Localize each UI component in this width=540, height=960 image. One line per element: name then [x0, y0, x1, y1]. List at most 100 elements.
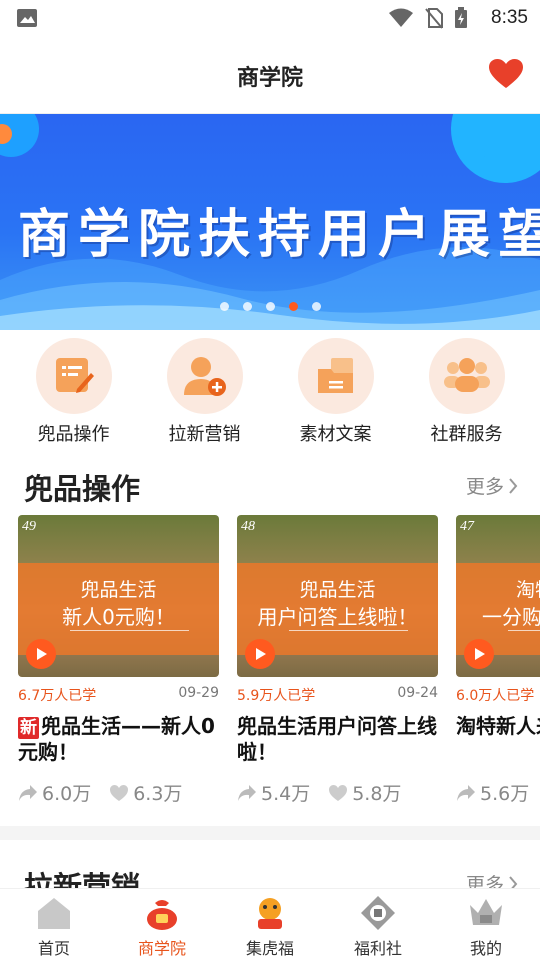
- edit-doc-icon: [55, 358, 94, 393]
- status-time: 8:35: [491, 7, 528, 28]
- like-count-value: 6.3万: [133, 783, 183, 805]
- bottom-nav: 首页 商学院 集虎福 福利社 我的: [0, 888, 540, 960]
- play-icon: [256, 648, 266, 660]
- thumbnail-brand: 淘特: [516, 579, 540, 601]
- learner-count: 6.0万人已学: [456, 688, 535, 704]
- course-title-text: 兜品生活——新人0元购！: [18, 714, 215, 764]
- nav-item-tiger[interactable]: 集虎福: [220, 889, 320, 960]
- like-count[interactable]: 6.3万: [109, 779, 182, 805]
- learner-count: 6.7万人已学: [18, 688, 97, 704]
- publish-date: 09-29: [178, 685, 219, 701]
- course-thumbnail: 48 兜品生活 用户问答上线啦！: [237, 515, 438, 677]
- share-count-value: 5.4万: [261, 783, 311, 805]
- carousel-dot[interactable]: [265, 302, 275, 311]
- crown-icon: [470, 899, 502, 925]
- gallery-icon: [17, 9, 37, 27]
- heart-outline-icon: [110, 784, 129, 801]
- carousel-dot[interactable]: [242, 302, 252, 311]
- carousel-dot[interactable]: [311, 302, 321, 311]
- course-thumbnail: 49 兜品生活 新人0元购！: [18, 515, 219, 677]
- share-count[interactable]: 5.4万: [237, 779, 310, 805]
- heart-outline-icon: [329, 784, 348, 801]
- quick-menu-label: 拉新营销: [168, 424, 241, 445]
- quick-menu-item-community[interactable]: 社群服务: [407, 338, 527, 448]
- promo-banner[interactable]: 商学院扶持用户展望: [0, 114, 540, 330]
- course-card[interactable]: 47 淘特 一分购 6.0万人已学 淘特新人来啦！ 5.6万: [456, 515, 540, 805]
- thumbnail-caption: 一分购: [482, 605, 540, 629]
- course-title: 兜品生活用户问答上线啦！: [237, 714, 437, 764]
- nav-label: 商学院: [137, 939, 186, 958]
- section-header-product-ops: 兜品操作 更多: [0, 458, 540, 508]
- quick-menu-item-recruit[interactable]: 拉新营销: [145, 338, 265, 448]
- thumbnail-caption: 用户问答上线啦！: [257, 605, 418, 629]
- nav-label: 首页: [37, 939, 70, 958]
- battery-icon: [455, 7, 467, 28]
- banner-corner-decoration: [0, 114, 39, 157]
- course-title: 淘特新人来啦！: [456, 714, 540, 738]
- share-icon: [19, 784, 37, 801]
- publish-date: 09-24: [397, 685, 438, 701]
- nav-item-me[interactable]: 我的: [436, 889, 536, 960]
- nav-item-home[interactable]: 首页: [4, 889, 104, 960]
- quick-menu-label: 兜品操作: [37, 424, 110, 445]
- share-icon: [457, 784, 475, 801]
- chevron-right-icon: [509, 477, 518, 494]
- more-link[interactable]: 更多: [466, 472, 518, 499]
- play-button[interactable]: [26, 639, 56, 669]
- nav-label: 福利社: [353, 939, 402, 958]
- status-bar: 8:35: [0, 0, 540, 38]
- thumbnail-caption: 新人0元购！: [62, 605, 175, 629]
- section-title: 兜品操作: [24, 472, 141, 506]
- quick-menu-label: 素材文案: [299, 424, 372, 445]
- money-bag-icon: [147, 900, 177, 930]
- share-count-value: 6.0万: [42, 783, 92, 805]
- share-count-value: 5.6万: [480, 783, 530, 805]
- play-icon: [475, 648, 485, 660]
- wifi-icon: [389, 8, 413, 27]
- quick-menu-item-product-ops[interactable]: 兜品操作: [14, 338, 134, 448]
- course-thumbnail: 47 淘特 一分购: [456, 515, 540, 677]
- nav-item-welfare[interactable]: 福利社: [328, 889, 428, 960]
- carousel-indicator: [0, 302, 540, 311]
- episode-number: 49: [22, 519, 36, 534]
- quick-menu-item-materials[interactable]: 素材文案: [276, 338, 396, 448]
- heart-icon[interactable]: [488, 58, 524, 90]
- carousel-dot[interactable]: [288, 302, 298, 311]
- like-count[interactable]: 5.8万: [328, 779, 401, 805]
- share-icon: [238, 784, 256, 801]
- quick-menu: 兜品操作 拉新营销 素材文案 社群服务: [0, 338, 540, 448]
- like-count-value: 5.8万: [352, 783, 402, 805]
- welfare-icon: [361, 896, 395, 930]
- course-card-list: 49 兜品生活 新人0元购！ 6.7万人已学 09-29 新兜品生活——新人0元…: [18, 515, 540, 805]
- share-count[interactable]: 5.6万: [456, 779, 529, 805]
- section-divider: [0, 826, 540, 840]
- nav-label: 集虎福: [245, 939, 294, 958]
- home-icon: [38, 898, 70, 929]
- play-button[interactable]: [245, 639, 275, 669]
- quick-menu-label: 社群服务: [430, 424, 503, 445]
- new-badge: 新: [18, 717, 39, 739]
- add-user-icon: [183, 357, 226, 396]
- page-title: 商学院: [236, 66, 303, 91]
- no-sim-icon: [425, 8, 443, 29]
- group-icon: [443, 358, 490, 392]
- nav-label: 我的: [469, 939, 502, 958]
- course-card[interactable]: 49 兜品生活 新人0元购！ 6.7万人已学 09-29 新兜品生活——新人0元…: [18, 515, 219, 805]
- course-title: 新兜品生活——新人0元购！: [18, 713, 219, 767]
- banner-dot-decoration: [475, 149, 485, 159]
- episode-number: 48: [241, 519, 255, 534]
- top-bar: 商学院: [0, 38, 540, 114]
- thumbnail-brand: 兜品生活: [80, 579, 157, 601]
- thumbnail-brand: 兜品生活: [299, 579, 376, 601]
- play-button[interactable]: [464, 639, 494, 669]
- more-label: 更多: [465, 476, 504, 498]
- course-card[interactable]: 48 兜品生活 用户问答上线啦！ 5.9万人已学 09-24 兜品生活用户问答上…: [237, 515, 438, 805]
- share-count[interactable]: 6.0万: [18, 779, 91, 805]
- carousel-dot[interactable]: [219, 302, 229, 311]
- nav-item-academy[interactable]: 商学院: [112, 889, 212, 960]
- learner-count: 5.9万人已学: [237, 688, 316, 704]
- folder-icon: [317, 358, 353, 393]
- episode-number: 47: [460, 519, 474, 534]
- tiger-icon: [258, 898, 282, 929]
- play-icon: [37, 648, 47, 660]
